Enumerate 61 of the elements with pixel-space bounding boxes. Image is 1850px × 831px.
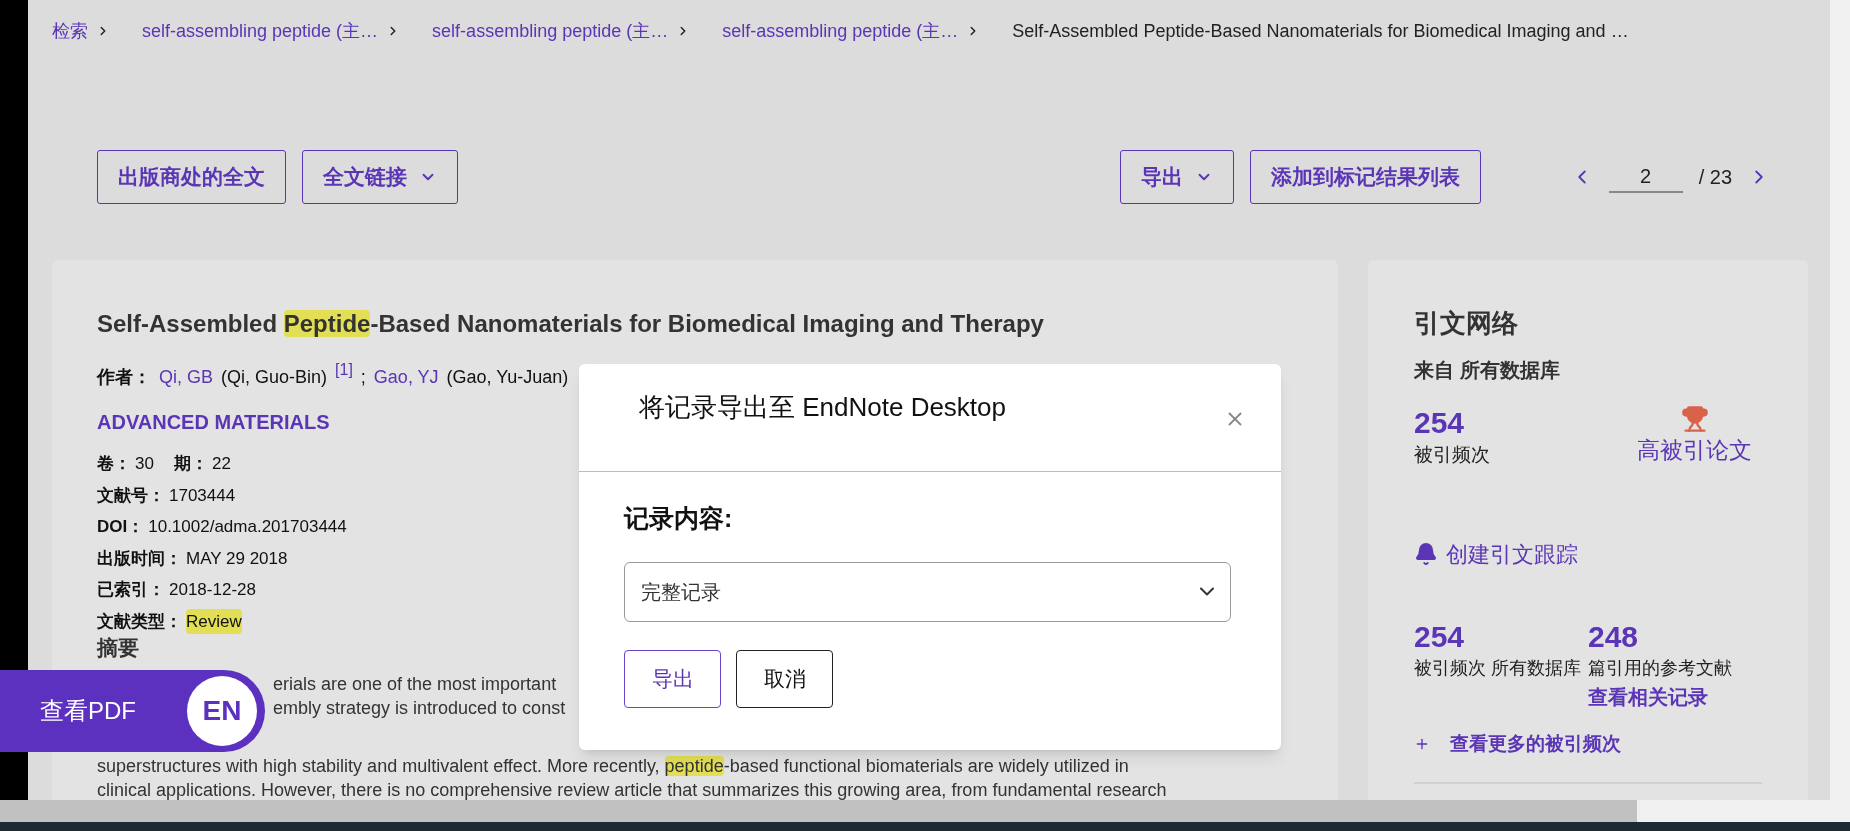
toolbar-button[interactable]: 出版商处的全文 xyxy=(97,150,286,204)
field-label: 卷： xyxy=(97,453,131,475)
view-pdf-button[interactable]: 查看PDF EN xyxy=(0,670,265,752)
author-link[interactable]: Qi, GB xyxy=(159,364,213,391)
trophy-icon xyxy=(1680,405,1709,433)
source-label: 来自 所有数据库 xyxy=(1414,358,1561,383)
create-alert-link[interactable]: 创建引文跟踪 xyxy=(1446,537,1578,571)
citation-label: 被引频次 xyxy=(1414,443,1490,467)
citation-label: 篇引用的参考文献 xyxy=(1588,656,1733,680)
field-value: 10.1002/adma.201703444 xyxy=(148,516,347,538)
author-separator: ; xyxy=(360,366,366,389)
cancel-button[interactable]: 取消 xyxy=(736,649,833,708)
field-label: 已索引： xyxy=(97,579,165,601)
affiliation-mark[interactable]: [1] xyxy=(335,361,353,379)
bell-icon xyxy=(1414,542,1438,566)
author-link[interactable]: Gao, YJ xyxy=(373,364,439,391)
breadcrumb-link[interactable]: self-assembling peptide (主… xyxy=(432,17,669,45)
dropdown-button[interactable]: 导出 xyxy=(1119,150,1234,204)
record-content-select[interactable]: 完整记录 xyxy=(624,561,1231,622)
abstract-line: erials are one of the most important xyxy=(273,673,557,696)
field-value: 2018-12-28 xyxy=(169,579,256,601)
citation-label: 被引频次 所有数据库 xyxy=(1414,656,1582,680)
toolbar-button[interactable]: 添加到标记结果列表 xyxy=(1249,150,1481,204)
field-label: 作者： xyxy=(97,366,151,389)
field-label: 出版时间： xyxy=(97,547,182,570)
field-label: 文献号： xyxy=(97,484,165,507)
breadcrumb-link[interactable]: self-assembling peptide (主… xyxy=(142,17,379,45)
author-full-name: (Qi, Guo-Bin) xyxy=(221,366,328,389)
language-badge: EN xyxy=(187,676,257,746)
field-label: 期： xyxy=(173,453,208,475)
journal-link[interactable]: ADVANCED MATERIALS xyxy=(97,407,330,437)
field-label: 记录内容: xyxy=(624,503,734,534)
record-title: Self-Assembled Peptide-Based Nanomaterials for Biomedical Imaging and Therapy xyxy=(97,309,1044,339)
breadcrumb-current: Self-Assembled Peptide-Based Nanomaterials for Biomedical Imaging and … xyxy=(1012,19,1629,43)
author-full-name: (Gao, Yu-Juan) xyxy=(446,366,569,389)
citation-count[interactable]: 248 xyxy=(1588,618,1762,655)
field-value: Review xyxy=(186,608,242,634)
dropdown-button[interactable]: 全文链接 xyxy=(302,150,458,204)
breadcrumb-link[interactable]: 检索 xyxy=(52,17,88,45)
citation-count[interactable]: 254 xyxy=(1414,405,1490,441)
related-records-link[interactable]: 查看相关记录 xyxy=(1588,681,1762,712)
field-value: 30 xyxy=(135,453,154,475)
field-value: 1703444 xyxy=(169,484,236,507)
field-label: 文献类型： xyxy=(97,610,182,633)
page-total: / 23 xyxy=(1698,165,1732,190)
highly-cited-link[interactable]: 高被引论文 xyxy=(1637,433,1752,468)
breadcrumb-link[interactable]: self-assembling peptide (主… xyxy=(722,17,959,45)
abstract-heading: 摘要 xyxy=(97,636,139,660)
abstract-line: superstructures with high stability and multivalent effect. More recently, peptide-based functional biomaterials are widely utilized in xyxy=(97,755,1129,778)
abstract-line: clinical applications. However, there is no comprehensive review article that summarizes this growing area, from fundamental research xyxy=(97,779,1167,800)
field-value: MAY 29 2018 xyxy=(186,547,288,570)
field-label: DOI： xyxy=(97,516,145,538)
abstract-line: embly strategy is introduced to const xyxy=(273,697,566,720)
page-number-field[interactable]: 2 xyxy=(1608,161,1683,193)
dialog-title: 将记录导出至 EndNote Desktop xyxy=(639,391,1006,424)
field-value: 22 xyxy=(211,453,231,475)
more-citations-link[interactable]: 查看更多的被引频次 xyxy=(1450,729,1621,758)
section-title: 引文网络 xyxy=(1414,307,1519,340)
export-button[interactable]: 导出 xyxy=(624,649,721,708)
citation-count[interactable]: 254 xyxy=(1414,618,1588,655)
caret-icon xyxy=(1200,586,1214,597)
